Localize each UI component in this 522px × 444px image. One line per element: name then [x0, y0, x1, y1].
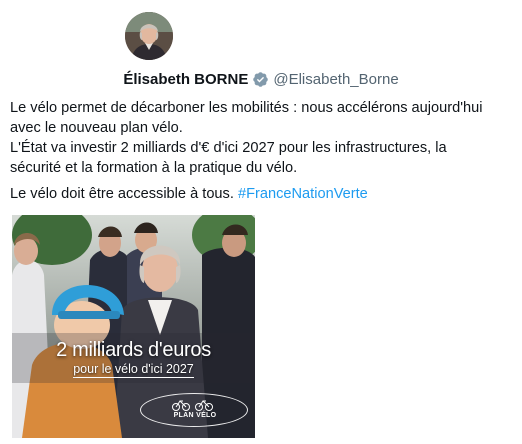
closing-text: Le vélo doit être accessible à tous.: [10, 186, 238, 202]
verified-badge-icon[interactable]: [252, 71, 269, 88]
tweet-media-image[interactable]: 2 milliards d'euros pour le vélo d'ici 2…: [12, 215, 255, 438]
bicycle-icon: [172, 400, 213, 411]
author-name[interactable]: Élisabeth BORNE: [123, 71, 248, 88]
logo-text: PLAN VÉLO: [173, 412, 217, 419]
tweet-text-line: sécurité et la formation à la pratique d…: [10, 160, 298, 176]
plan-velo-logo: PLAN VÉLO: [140, 393, 248, 427]
tweet-text-line: avec le nouveau plan vélo.: [10, 120, 183, 136]
tweet-text-line: L'État va investir 2 milliards d'€ d'ici…: [10, 140, 447, 156]
hashtag-link[interactable]: #FranceNationVerte: [238, 186, 368, 202]
tweet-text-line: Le vélo permet de décarboner les mobilit…: [10, 100, 483, 116]
media-subline: pour le vélo d'ici 2027: [12, 362, 255, 378]
author-handle[interactable]: @Elisabeth_Borne: [273, 71, 398, 88]
tweet-closing-line: Le vélo doit être accessible à tous. #Fr…: [10, 184, 510, 204]
media-headline: 2 milliards d'euros: [56, 339, 211, 361]
tweet-header: Élisabeth BORNE @Elisabeth_Borne: [0, 68, 522, 90]
avatar[interactable]: [125, 12, 173, 60]
media-subline-text: pour le vélo d'ici 2027: [73, 362, 194, 378]
tweet-text: Le vélo permet de décarboner les mobilit…: [10, 98, 510, 204]
